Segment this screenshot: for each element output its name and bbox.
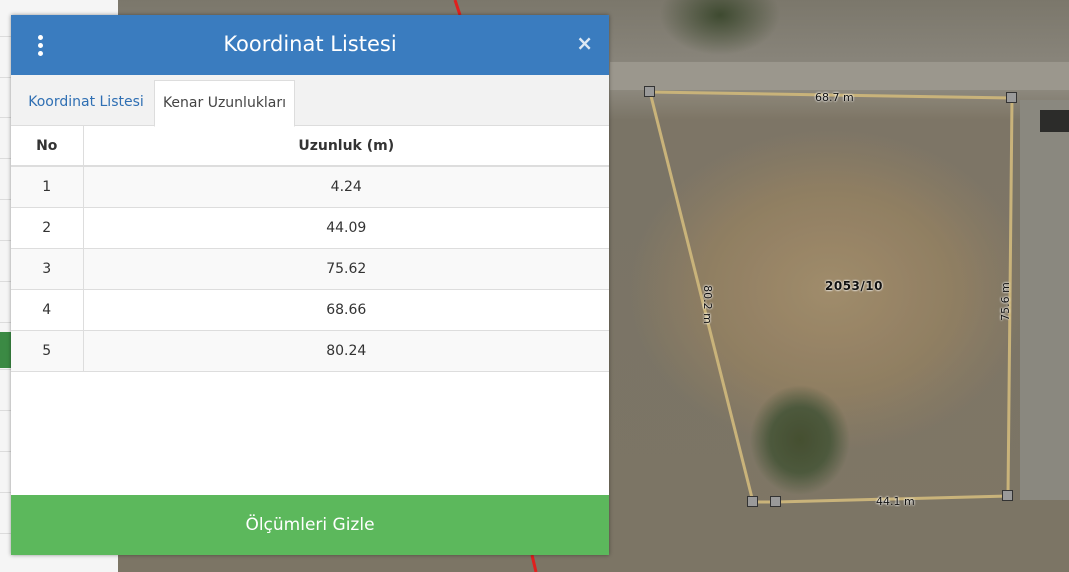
edge-length-label-bottom: 44.1 m [876,495,915,508]
edge-length-label-right: 75.6 m [998,282,1012,321]
parcel-vertex-handle[interactable] [1006,92,1017,103]
edge-length-label-top: 68.7 m [815,91,854,104]
table-row: 5 80.24 [11,329,609,372]
coordinate-list-panel: Koordinat Listesi × Koordinat Listesi Ke… [11,15,609,555]
row-length: 4.24 [83,165,609,207]
row-length: 68.66 [83,288,609,330]
row-number: 4 [11,288,84,330]
cadastral-boundary-line-bottom [530,554,538,572]
cadastral-boundary-line [453,0,462,16]
panel-title: Koordinat Listesi [223,32,397,56]
panel-tabs: Koordinat Listesi Kenar Uzunlukları [11,75,609,127]
tab-coordinate-list[interactable]: Koordinat Listesi [17,80,155,126]
table-header-row: No Uzunluk (m) [11,126,609,167]
hide-measurements-button[interactable]: Ölçümleri Gizle [11,495,609,555]
row-number: 3 [11,247,84,289]
parcel-vertex-handle[interactable] [644,86,655,97]
table-row: 1 4.24 [11,165,609,207]
column-header-length: Uzunluk (m) [83,126,609,167]
table-row: 3 75.62 [11,247,609,289]
row-length: 80.24 [83,329,609,372]
column-header-no: No [11,126,84,167]
edge-length-label-left: 80.2 m [700,285,714,324]
parcel-vertex-handle[interactable] [770,496,781,507]
parcel-vertex-handle[interactable] [1002,490,1013,501]
row-number: 1 [11,165,84,207]
parcel-vertex-handle[interactable] [747,496,758,507]
edge-lengths-table: No Uzunluk (m) 1 4.24 2 44.09 3 75.62 4 … [11,126,609,372]
row-length: 75.62 [83,247,609,289]
parcel-number-label: 2053/10 [825,279,883,293]
row-length: 44.09 [83,206,609,248]
close-icon[interactable]: × [576,31,593,55]
table-row: 2 44.09 [11,206,609,248]
panel-header: Koordinat Listesi × [11,15,609,75]
row-number: 2 [11,206,84,248]
table-row: 4 68.66 [11,288,609,330]
row-number: 5 [11,329,84,372]
tab-edge-lengths[interactable]: Kenar Uzunlukları [154,80,295,127]
